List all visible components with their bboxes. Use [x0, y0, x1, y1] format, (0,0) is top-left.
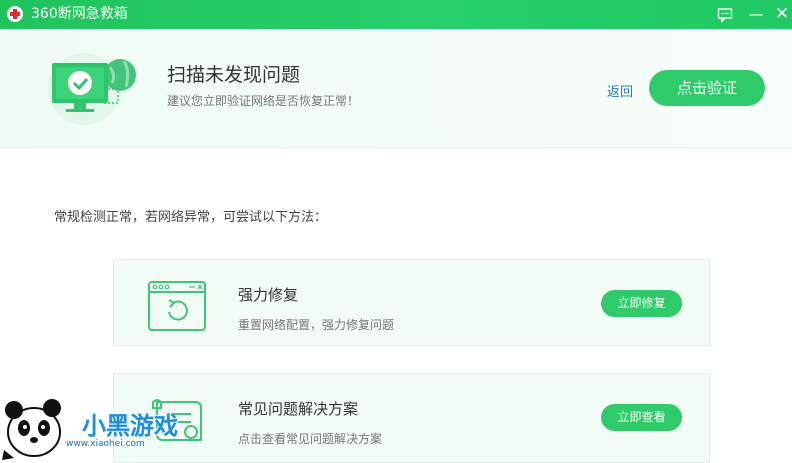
- verify-button[interactable]: 点击验证: [649, 70, 765, 106]
- app-logo-icon: [7, 6, 23, 22]
- view-now-button[interactable]: 立即查看: [601, 404, 682, 431]
- watermark-brand: 小黑游戏: [82, 412, 178, 440]
- hint-text: 常规检测正常，若网络异常，可尝试以下方法：: [54, 210, 328, 225]
- card-title: 常见问题解决方案: [238, 400, 359, 418]
- minimize-button[interactable]: —: [745, 4, 767, 25]
- monitor-check-icon: [48, 53, 136, 125]
- scan-result-subtitle: 建议您立即验证网络是否恢复正常！: [167, 94, 360, 108]
- result-banner: 扫描未发现问题 建议您立即验证网络是否恢复正常！ 返回 点击验证: [0, 29, 792, 148]
- repair-now-button[interactable]: 立即修复: [601, 290, 682, 317]
- app-title: 360断网急救箱: [31, 6, 128, 22]
- panda-mascot-icon: [2, 399, 61, 460]
- feedback-icon[interactable]: [714, 4, 736, 25]
- title-bar: 360断网急救箱 — ✕: [0, 0, 792, 29]
- card-desc: 点击查看常见问题解决方案: [238, 432, 383, 446]
- watermark-url: www.xiaohei.com: [66, 439, 145, 449]
- back-link[interactable]: 返回: [607, 81, 633, 100]
- card-desc: 重置网络配置，强力修复问题: [238, 318, 395, 332]
- repair-window-icon: [148, 281, 206, 331]
- scan-result-title: 扫描未发现问题: [167, 64, 301, 86]
- card-title: 强力修复: [238, 286, 299, 304]
- watermark: 小黑游戏 www.xiaohei.com: [0, 392, 210, 463]
- card-force-repair: 强力修复 重置网络配置，强力修复问题 立即修复: [113, 259, 710, 346]
- close-button[interactable]: ✕: [771, 4, 792, 25]
